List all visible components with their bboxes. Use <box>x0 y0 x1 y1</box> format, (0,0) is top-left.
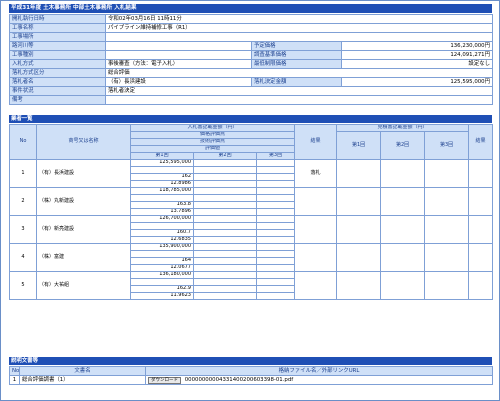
bid-amount: 125,595,000 <box>130 159 194 167</box>
header-confirm-amount: 見積書記載金額（円） <box>336 124 470 132</box>
price-score <box>130 194 194 202</box>
eval-score: 12.0677 <box>130 264 194 272</box>
bid-amount: 135,900,000 <box>130 243 194 251</box>
eval-score: 12.6835 <box>130 236 194 244</box>
work-name-value: パイプライン維持補修工事（R1） <box>105 23 493 33</box>
remarks-label: 備考 <box>9 95 106 105</box>
price-score <box>130 222 194 230</box>
river-value <box>105 41 252 51</box>
river-label: 路河川等 <box>9 41 106 51</box>
header-tech-score: 技術評価点 <box>129 138 296 146</box>
method-value: 事後審査（方法：電子入札） <box>105 59 252 69</box>
tech-score: 162 <box>130 173 194 181</box>
bid-amount: 126,700,000 <box>130 215 194 223</box>
header-confirm-round2: 第2回 <box>380 131 426 160</box>
winner-method-value: 総合評価 <box>105 68 493 78</box>
status-value: 落札者決定 <box>105 86 493 96</box>
winner-label: 落札者名 <box>9 77 106 87</box>
status-label: 事件状況 <box>9 86 106 96</box>
bidder-no: 2 <box>9 187 37 216</box>
bidder-name: （有）新亮建設 <box>36 215 131 244</box>
header-price-score: 価格評価点 <box>129 131 296 139</box>
header-result-2: 結果 <box>468 124 494 160</box>
tech-score: 164 <box>130 257 194 265</box>
bidder-no: 3 <box>9 215 37 244</box>
download-button[interactable]: ダウンロード <box>148 376 181 384</box>
bidders-table: No 商号又は名称 入札書記載金額（円） 結果 見積書記載金額（円） 結果 価格… <box>9 124 494 300</box>
header-round3: 第3回 <box>255 152 296 160</box>
info-table: 開札執行日時 令和02年03月16日 11時11分 工事名称 パイプライン維持補… <box>9 14 493 105</box>
bidder-no: 1 <box>9 159 37 188</box>
page-title: 平成31年度 土木事務所 中部土木事務所 入札結果 <box>9 4 492 13</box>
eval-score: 13.7896 <box>130 208 194 216</box>
doc-file-cell: ダウンロード 00000000004331400200603398-01.pdf <box>145 375 493 385</box>
header-eval: 評価値 <box>129 145 296 153</box>
price-score <box>130 278 194 286</box>
bid-result <box>294 243 338 272</box>
docs-header-no: No <box>9 366 20 376</box>
header-confirm-round3: 第3回 <box>424 131 470 160</box>
header-no: No <box>9 124 37 160</box>
min-value: 設定なし <box>341 59 493 69</box>
planned-price-label: 予定価格 <box>251 41 342 51</box>
bidder-name: （株）丸新建設 <box>36 187 131 216</box>
tech-score: 160.7 <box>130 229 194 237</box>
bidders-section-header: 業者一覧 <box>9 115 492 123</box>
header-result: 結果 <box>294 124 338 160</box>
bid-result: 落札 <box>294 159 338 188</box>
doc-name: 総合評価調書（1） <box>19 375 146 385</box>
bid-result <box>294 271 338 300</box>
price-score <box>130 250 194 258</box>
winner-value: （有）長浜建設 <box>105 77 252 87</box>
date-value: 令和02年03月16日 11時11分 <box>105 14 493 24</box>
bidder-name: （有）大祐組 <box>36 271 131 300</box>
docs-header-file: 格納ファイル名／外部リンクURL <box>145 366 493 376</box>
header-name: 商号又は名称 <box>36 124 131 160</box>
place-value <box>105 32 493 42</box>
bidder-no: 5 <box>9 271 37 300</box>
bid-amount: 118,785,000 <box>130 187 194 195</box>
bidder-name: （株）富建 <box>36 243 131 272</box>
bid-result <box>294 187 338 216</box>
type-value <box>105 50 252 60</box>
bidder-name: （有）長浜建設 <box>36 159 131 188</box>
eval-score: 11.9623 <box>130 292 194 300</box>
tech-score: 163.8 <box>130 201 194 209</box>
doc-file-link[interactable]: 00000000004331400200603398-01.pdf <box>185 377 293 383</box>
header-bid-amount: 入札書記載金額（円） <box>129 124 296 132</box>
min-label: 最低制限価格 <box>251 59 342 69</box>
place-label: 工事場所 <box>9 32 106 42</box>
type-label: 工事種別 <box>9 50 106 60</box>
header-confirm-round1: 第1回 <box>336 131 382 160</box>
doc-no: 1 <box>9 375 20 385</box>
header-round2: 第2回 <box>193 152 257 160</box>
date-label: 開札執行日時 <box>9 14 106 24</box>
docs-header-name: 文書名 <box>19 366 146 376</box>
bidder-no: 4 <box>9 243 37 272</box>
survey-label: 調査基準価格 <box>251 50 342 60</box>
docs-table: No 文書名 格納ファイル名／外部リンクURL 1 総合評価調書（1） ダウンロ… <box>9 366 493 385</box>
work-name-label: 工事名称 <box>9 23 106 33</box>
survey-value: 124,091,271円 <box>341 50 493 60</box>
price-score <box>130 166 194 174</box>
header-round1: 第1回 <box>130 152 194 160</box>
decided-label: 落札決定金額 <box>251 77 342 87</box>
method-label: 入札方式 <box>9 59 106 69</box>
decided-value: 125,595,000円 <box>341 77 493 87</box>
winner-method-label: 落札方式区分 <box>9 68 106 78</box>
docs-section-header: 説明文書等 <box>9 357 492 365</box>
bid-amount: 136,180,000 <box>130 271 194 279</box>
eval-score: 12.8986 <box>130 180 194 188</box>
planned-price-value: 136,230,000円 <box>341 41 493 51</box>
bid-result <box>294 215 338 244</box>
remarks-value <box>105 95 493 105</box>
tech-score: 162.9 <box>130 285 194 293</box>
